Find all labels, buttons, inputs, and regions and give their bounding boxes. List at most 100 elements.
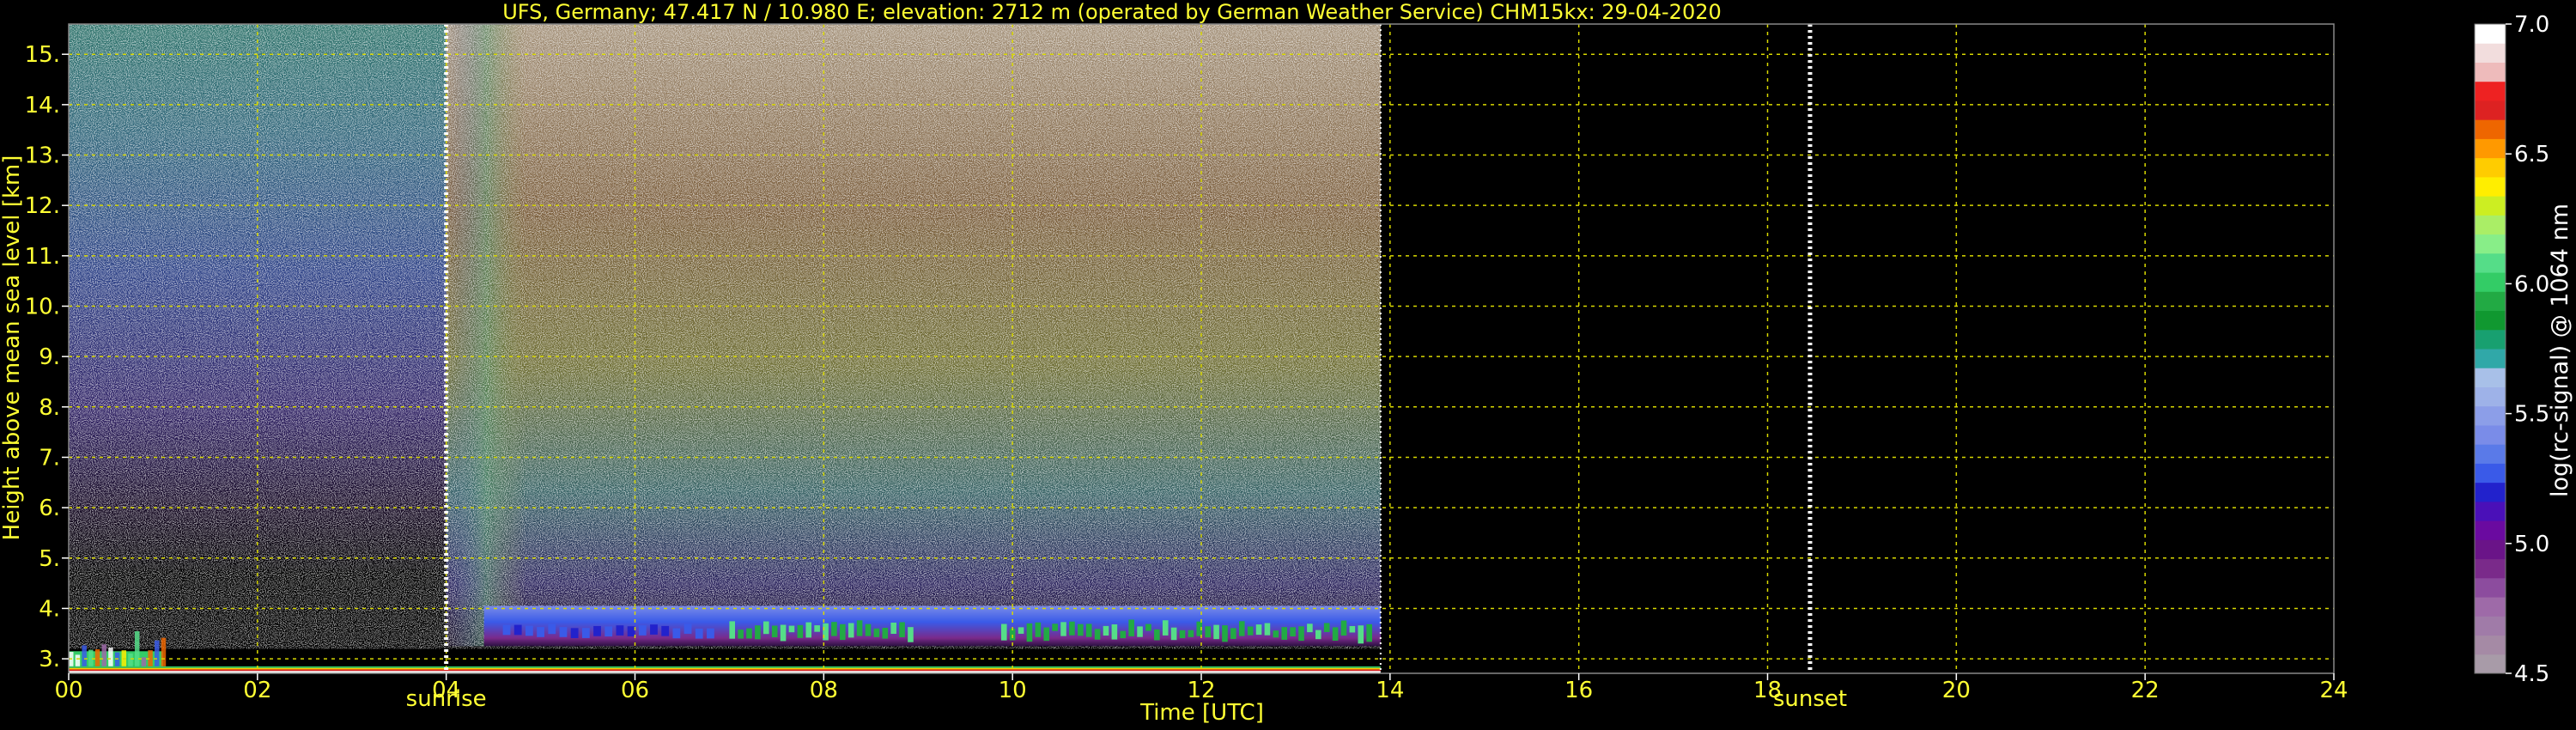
aerosol-patch — [1366, 624, 1372, 642]
aerosol-patch — [908, 627, 914, 642]
colorbar-segment — [2475, 539, 2506, 560]
colorbar-segment — [2475, 329, 2506, 350]
ceilometer-chart: sunrise sunset 00 02 04 06 08 10 12 14 16 18 20 22 24 3… — [0, 0, 2576, 730]
x-tick-label: 10 — [999, 678, 1027, 703]
colorbar-segment — [2475, 176, 2506, 197]
aerosol-patch — [840, 624, 846, 641]
early-return-patch — [88, 649, 94, 666]
aerosol-patch — [672, 628, 681, 639]
colorbar-tick-label: 6.5 — [2514, 142, 2549, 167]
x-tick-label: 22 — [2131, 678, 2160, 703]
colorbar-segment — [2475, 349, 2506, 368]
aerosol-patch — [814, 625, 820, 632]
colorbar-segment — [2475, 215, 2506, 235]
colorbar-segment — [2475, 597, 2506, 617]
colorbar-tick-label: 5.5 — [2514, 402, 2549, 428]
colorbar-tick-label: 5.0 — [2514, 532, 2549, 557]
aerosol-patch — [1205, 626, 1211, 638]
chart-svg: sunrise sunset00 02 04 06 08 10 12 14 16 18 20 22 243… — [0, 0, 2573, 726]
colorbar-segment — [2475, 252, 2506, 273]
colorbar-segment — [2475, 386, 2506, 407]
early-return-patch — [161, 637, 167, 666]
y-tick-label: 15. — [25, 42, 60, 68]
colorbar-tick-label: 6.0 — [2514, 271, 2549, 297]
aerosol-patch — [1120, 630, 1127, 639]
aerosol-patch — [1035, 622, 1042, 637]
aerosol-patch — [1298, 626, 1304, 642]
colorbar-segment — [2475, 138, 2506, 159]
colorbar-segment — [2475, 272, 2506, 292]
aerosol-patch — [661, 625, 670, 636]
y-tick-label: 14. — [25, 93, 60, 119]
aerosol-patch — [581, 628, 590, 638]
aerosol-patch — [755, 625, 761, 640]
aerosol-patch — [1179, 630, 1186, 639]
early-return-patch — [75, 654, 81, 666]
colorbar-segment — [2475, 424, 2506, 445]
colorbar-segment — [2475, 463, 2506, 484]
aerosol-patch — [1103, 625, 1109, 636]
aerosol-patch — [1332, 627, 1339, 642]
aerosol-patch — [797, 624, 804, 638]
aerosol-patch — [548, 624, 556, 635]
aerosol-patch — [1273, 630, 1279, 638]
aerosol-patch — [707, 628, 714, 639]
ground-band — [69, 667, 1381, 670]
colorbar-segment — [2475, 157, 2506, 178]
aerosol-patch — [873, 628, 880, 637]
aerosol-patch — [570, 628, 579, 639]
aerosol-patch — [1069, 621, 1075, 636]
aerosol-patch — [805, 622, 812, 638]
x-tick-label: 24 — [2319, 678, 2348, 703]
colorbar-segment — [2475, 482, 2506, 502]
aerosol-patch — [729, 621, 736, 639]
aerosol-patch — [1094, 629, 1101, 640]
y-tick-label: 6. — [39, 496, 60, 521]
ground-band — [69, 671, 1381, 673]
x-tick-label: 16 — [1564, 678, 1593, 703]
aerosol-patch — [788, 625, 795, 633]
x-tick-label: 18 — [1753, 678, 1782, 703]
aerosol-patch — [746, 628, 752, 639]
aerosol-patch — [537, 627, 544, 637]
y-tick-label: 11. — [25, 244, 60, 270]
aerosol-patch — [1340, 620, 1347, 636]
colorbar-segment — [2475, 234, 2506, 254]
aerosol-patch — [1230, 628, 1236, 639]
early-return-patch — [94, 649, 100, 666]
colorbar-label: log(rc-signal) @ 1064 nm — [2547, 204, 2573, 497]
aerosol-patch — [513, 624, 522, 636]
aerosol-patch — [605, 626, 613, 637]
aerosol-patch — [1060, 622, 1066, 636]
aerosol-patch — [1247, 626, 1254, 636]
early-return-patch — [155, 640, 160, 666]
aerosol-patch — [627, 626, 635, 636]
colorbar-segment — [2475, 635, 2506, 655]
y-tick-label: 9. — [39, 344, 60, 370]
aerosol-patch — [1238, 621, 1245, 636]
aerosol-patch — [1255, 624, 1262, 636]
aerosol-patch — [1264, 623, 1271, 636]
y-tick-label: 8. — [39, 395, 60, 421]
aerosol-patch — [1085, 624, 1092, 637]
colorbar-segment — [2475, 81, 2506, 101]
aerosol-patch — [638, 625, 647, 636]
aerosol-patch — [1281, 627, 1288, 640]
y-tick-label: 13. — [25, 143, 60, 169]
ground-band — [69, 666, 1381, 668]
aerosol-patch — [1018, 627, 1024, 634]
aerosol-patch — [1349, 625, 1356, 633]
colorbar-segment — [2475, 444, 2506, 464]
aerosol-patch — [1307, 624, 1313, 633]
colorbar-segment — [2475, 616, 2506, 636]
aerosol-patch — [559, 627, 568, 637]
x-tick-label: 00 — [54, 678, 82, 703]
aerosol-patch — [1078, 624, 1084, 636]
colorbar-segment — [2475, 100, 2506, 120]
aerosol-patch — [525, 625, 533, 636]
aerosol-patch — [616, 625, 624, 636]
x-tick-label: 20 — [1942, 678, 1971, 703]
colorbar-segment — [2475, 405, 2506, 426]
aerosol-patch — [1043, 627, 1050, 642]
y-tick-label: 12. — [25, 193, 60, 219]
